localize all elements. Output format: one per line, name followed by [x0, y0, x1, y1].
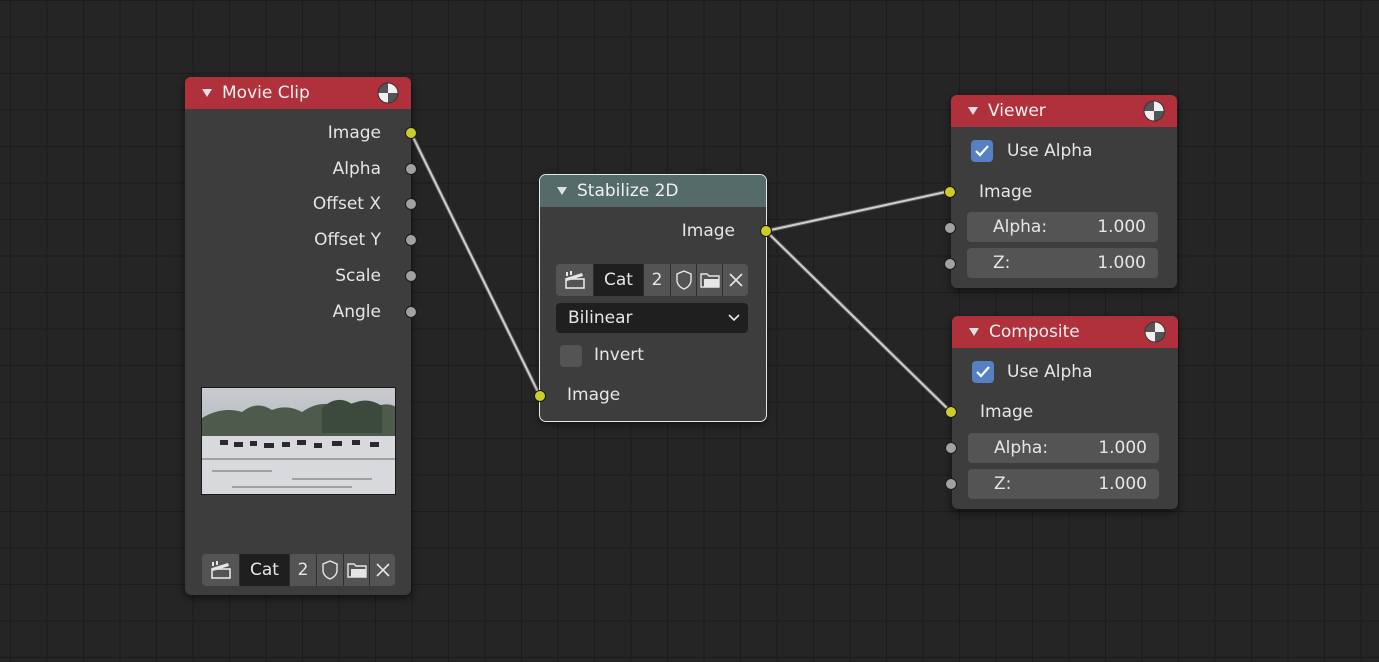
chevron-down-icon: [728, 314, 740, 322]
movie-clip-alpha-output-socket[interactable]: [405, 163, 417, 175]
z-field-label: Z:: [994, 474, 1012, 494]
output-scale-label: Scale: [335, 266, 381, 286]
link-movieclip-to-stabilize: [409, 131, 542, 398]
composite-node[interactable]: Composite Use Alpha Image Alpha: 1.000 Z…: [952, 316, 1178, 509]
composite-alpha-input-socket[interactable]: [945, 442, 957, 454]
alpha-field[interactable]: Alpha: 1.000: [968, 433, 1159, 463]
node-title: Stabilize 2D: [577, 181, 679, 201]
stabilize-image-input-socket[interactable]: [534, 390, 546, 402]
use-alpha-label: Use Alpha: [1007, 362, 1093, 382]
input-image-label: Image: [980, 402, 1034, 422]
alpha-field-value: 1.000: [1097, 217, 1146, 237]
z-field-value: 1.000: [1098, 474, 1147, 494]
clip-name[interactable]: Cat: [594, 264, 644, 296]
z-field[interactable]: Z: 1.000: [967, 248, 1158, 278]
invert-checkbox[interactable]: [560, 345, 582, 367]
link-stabilize-to-composite: [764, 229, 953, 414]
movie-clip-node[interactable]: Movie Clip Image Alpha Offset X Offset Y…: [185, 77, 411, 595]
viewer-z-input-socket[interactable]: [944, 258, 956, 270]
folder-icon[interactable]: [344, 554, 370, 586]
output-offset-y-label: Offset Y: [314, 230, 381, 250]
movie-clip-header[interactable]: Movie Clip: [185, 77, 411, 109]
viewer-image-input-socket[interactable]: [944, 186, 956, 198]
collapse-triangle-icon[interactable]: [201, 88, 212, 98]
filter-type-dropdown[interactable]: Bilinear: [556, 303, 748, 333]
shield-icon[interactable]: [317, 554, 344, 586]
z-field-label: Z:: [993, 253, 1011, 273]
output-angle-label: Angle: [332, 302, 381, 322]
clip-icon[interactable]: [556, 264, 594, 296]
checkmark-icon: [975, 145, 989, 157]
movie-clip-angle-output-socket[interactable]: [405, 306, 417, 318]
clip-name[interactable]: Cat: [240, 554, 290, 586]
viewer-alpha-input-socket[interactable]: [944, 222, 956, 234]
output-alpha-label: Alpha: [332, 159, 381, 179]
use-alpha-label: Use Alpha: [1007, 141, 1093, 161]
clip-users-count[interactable]: 2: [644, 264, 671, 296]
stabilize-header[interactable]: Stabilize 2D: [540, 175, 766, 207]
alpha-field-value: 1.000: [1098, 438, 1147, 458]
link-stabilize-to-viewer: [764, 189, 952, 233]
movie-clip-image-output-socket[interactable]: [405, 127, 417, 139]
z-field[interactable]: Z: 1.000: [968, 469, 1159, 499]
output-offset-x-label: Offset X: [312, 194, 381, 214]
folder-icon[interactable]: [697, 264, 723, 296]
render-layer-icon[interactable]: [377, 82, 399, 104]
alpha-field[interactable]: Alpha: 1.000: [967, 212, 1158, 242]
composite-z-input-socket[interactable]: [945, 478, 957, 490]
clip-selector[interactable]: Cat 2: [202, 554, 395, 586]
movie-clip-scale-output-socket[interactable]: [405, 270, 417, 282]
invert-label: Invert: [594, 345, 644, 365]
stabilize-2d-node[interactable]: Stabilize 2D Image Cat 2 Bilinear Invert…: [539, 174, 767, 422]
node-title: Viewer: [988, 101, 1046, 121]
z-field-value: 1.000: [1097, 253, 1146, 273]
clip-users-count[interactable]: 2: [290, 554, 317, 586]
node-title: Composite: [989, 322, 1080, 342]
output-image-label: Image: [681, 221, 735, 241]
movie-clip-offset-x-output-socket[interactable]: [405, 198, 417, 210]
close-icon[interactable]: [370, 554, 395, 586]
alpha-field-label: Alpha:: [993, 217, 1048, 237]
node-title: Movie Clip: [222, 83, 310, 103]
composite-header[interactable]: Composite: [952, 316, 1178, 348]
shield-icon[interactable]: [671, 264, 697, 296]
checkmark-icon: [976, 366, 990, 378]
collapse-triangle-icon[interactable]: [556, 186, 567, 196]
close-icon[interactable]: [723, 264, 748, 296]
use-alpha-checkbox[interactable]: [972, 361, 994, 383]
collapse-triangle-icon[interactable]: [967, 106, 978, 116]
movie-clip-offset-y-output-socket[interactable]: [405, 234, 417, 246]
filter-type-value: Bilinear: [568, 308, 633, 328]
clip-selector[interactable]: Cat 2: [556, 264, 748, 296]
collapse-triangle-icon[interactable]: [968, 327, 979, 337]
clip-preview-thumbnail: [201, 387, 396, 495]
viewer-node[interactable]: Viewer Use Alpha Image Alpha: 1.000 Z: 1…: [951, 95, 1177, 288]
composite-image-input-socket[interactable]: [945, 406, 957, 418]
alpha-field-label: Alpha:: [994, 438, 1049, 458]
stabilize-image-output-socket[interactable]: [760, 225, 772, 237]
input-image-label: Image: [979, 182, 1033, 202]
use-alpha-checkbox[interactable]: [971, 140, 993, 162]
output-image-label: Image: [327, 123, 381, 143]
input-image-label: Image: [567, 385, 621, 405]
clip-icon[interactable]: [202, 554, 240, 586]
viewer-header[interactable]: Viewer: [951, 95, 1177, 127]
render-layer-icon[interactable]: [1144, 321, 1166, 343]
render-layer-icon[interactable]: [1143, 100, 1165, 122]
